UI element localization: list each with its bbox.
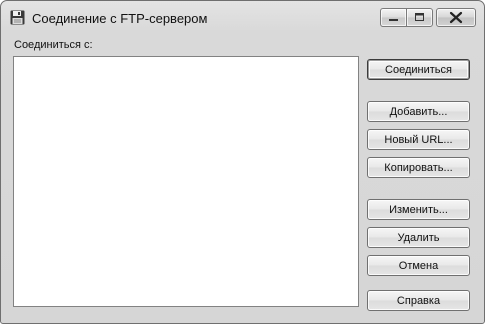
ftp-sites-list[interactable] — [13, 56, 359, 307]
cancel-button[interactable]: Отмена — [367, 255, 470, 276]
minimize-button[interactable] — [380, 8, 407, 27]
delete-button[interactable]: Удалить — [367, 227, 470, 248]
close-button[interactable] — [436, 8, 476, 27]
floppy-disk-icon — [10, 10, 25, 25]
minimize-icon — [389, 19, 398, 21]
connect-button[interactable]: Соединиться — [367, 59, 470, 80]
window-title: Соединение с FTP-сервером — [32, 11, 208, 26]
edit-button[interactable]: Изменить... — [367, 199, 470, 220]
help-button[interactable]: Справка — [367, 290, 470, 311]
add-button[interactable]: Добавить... — [367, 101, 470, 122]
ftp-connect-dialog: Соединение с FTP-сервером Соединиться с:… — [0, 0, 485, 324]
copy-button[interactable]: Копировать... — [367, 157, 470, 178]
new-url-button[interactable]: Новый URL... — [367, 129, 470, 150]
connect-to-label: Соединиться с: — [14, 39, 93, 51]
maximize-button[interactable] — [406, 8, 433, 27]
close-icon — [449, 11, 463, 24]
maximize-icon — [415, 13, 424, 21]
title-bar[interactable]: Соединение с FTP-сервером — [1, 1, 484, 33]
